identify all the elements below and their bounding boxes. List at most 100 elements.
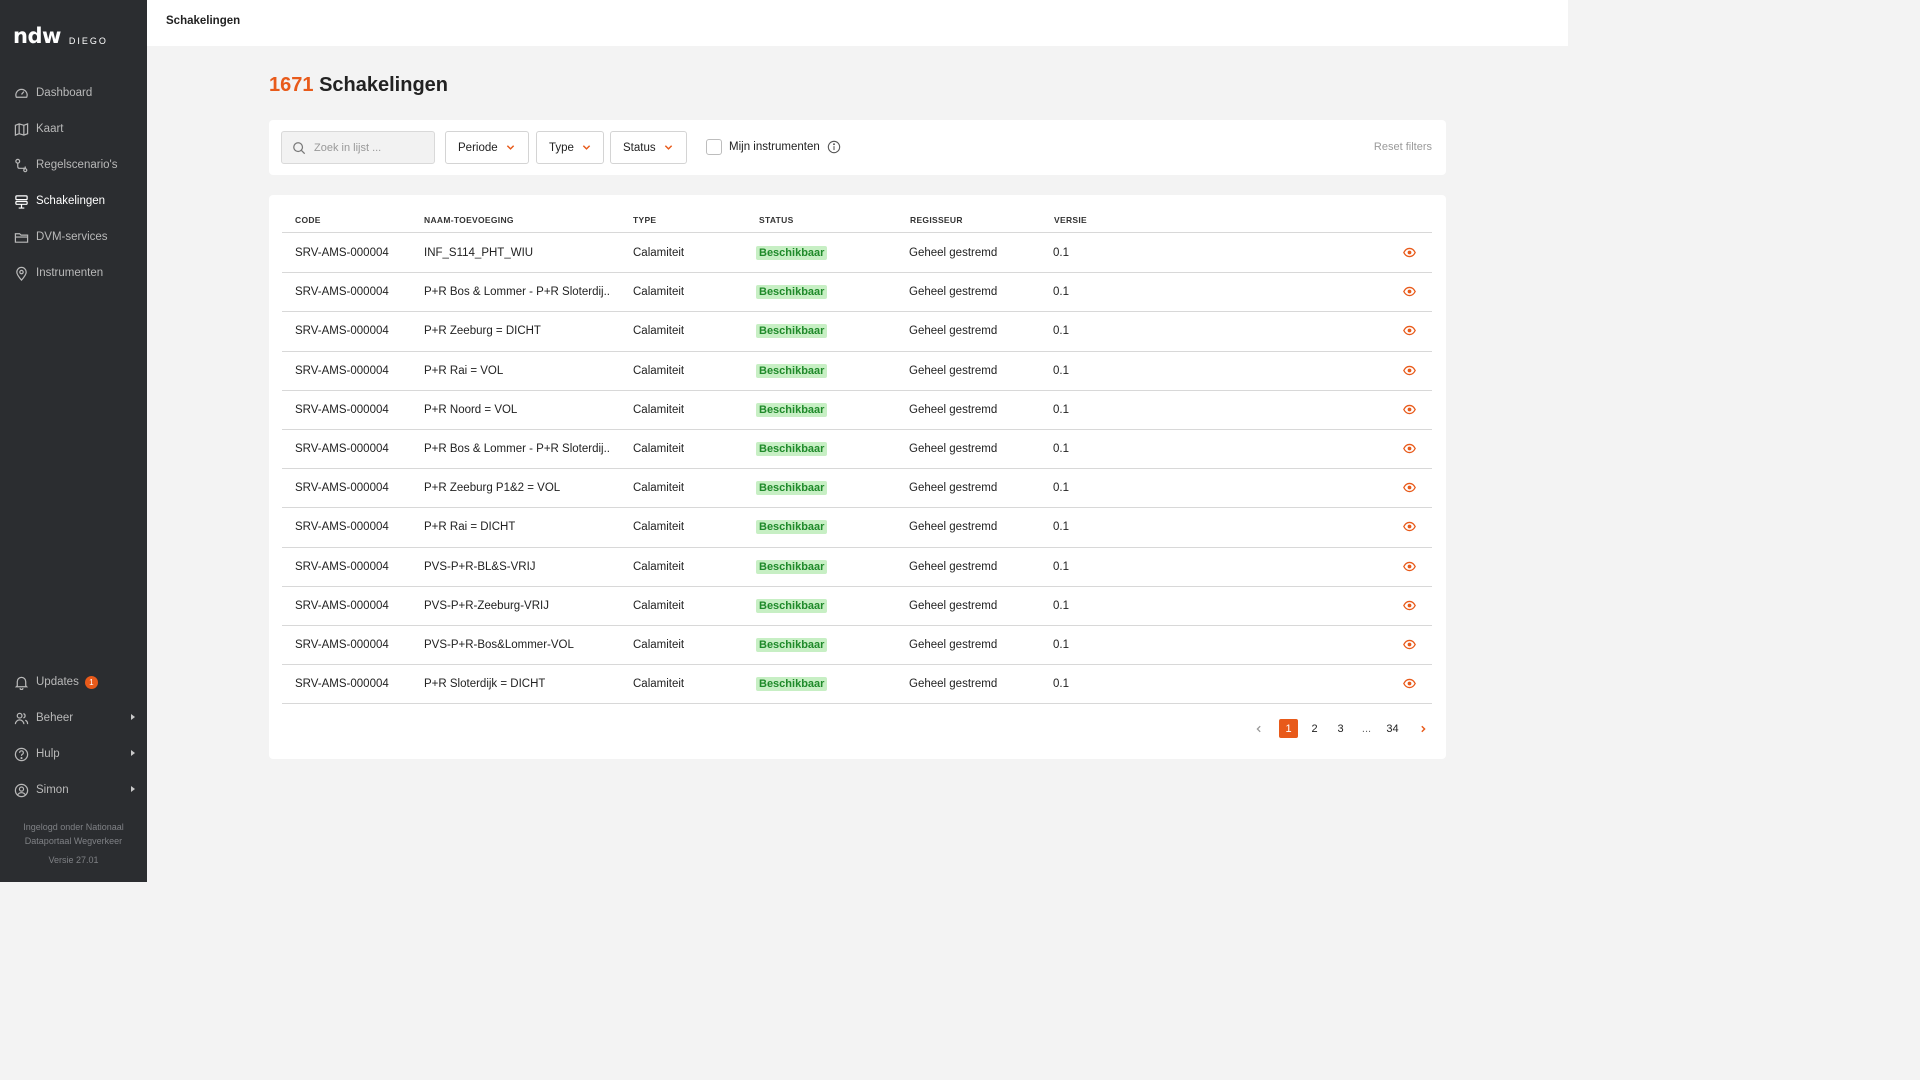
page-button[interactable]: 34 [1383, 719, 1402, 738]
cell-type: Calamiteit [633, 638, 685, 651]
mijn-instrumenten-checkbox[interactable] [706, 139, 722, 155]
logo-subtitle: DIEGO [68, 36, 108, 46]
chevron-right-icon [1420, 725, 1426, 732]
table-row[interactable]: SRV-AMS-000004 PVS-P+R-Zeeburg-VRIJ Calami… [282, 587, 1432, 626]
header-type[interactable]: TYPE [633, 215, 656, 225]
cell-type: Calamiteit [633, 286, 685, 299]
cell-versie: 0.1 [1053, 482, 1069, 495]
view-eye-icon[interactable] [1403, 481, 1416, 494]
header-status[interactable]: STATUS [759, 215, 794, 225]
sidebar-item-regelscenarios[interactable]: Regelscenario's [0, 147, 147, 183]
cell-naam: INF_S114_PHT_WIU [424, 247, 534, 259]
logo[interactable]: ndw DIEGO [13, 26, 108, 47]
sidebar-item-updates[interactable]: Updates 1 [0, 664, 147, 700]
cell-naam: P+R Sloterdijk = DICHT [424, 678, 546, 691]
table-row[interactable]: SRV-AMS-000004 P+R Bos & Lommer - P+R Slo… [282, 430, 1432, 470]
cell-type: Calamiteit [633, 482, 685, 495]
sidebar-item-instrumenten[interactable]: Instrumenten [0, 255, 147, 291]
cell-naam: PVS-P+R-Bos&Lommer-VOL [424, 638, 574, 651]
page-button[interactable]: 3 [1331, 719, 1350, 738]
status-label: Status [623, 141, 656, 154]
cell-versie: 0.1 [1053, 403, 1069, 416]
cell-naam: P+R Rai = DICHT [424, 521, 516, 534]
table-row[interactable]: SRV-AMS-000004 P+R Rai = DICHT Calamiteit G… [282, 508, 1432, 548]
view-eye-icon[interactable] [1403, 324, 1416, 337]
table-row[interactable]: SRV-AMS-000004 P+R Rai = VOL Calamiteit Geh… [282, 352, 1432, 391]
cell-code: SRV-AMS-000004 [295, 247, 389, 259]
topbar-title: Schakelingen [166, 15, 241, 27]
periode-dropdown[interactable]: Periode [445, 131, 529, 164]
sidebar-item-beheer[interactable]: Beheer [0, 700, 147, 736]
status-dropdown[interactable]: Status [610, 131, 687, 164]
sidebar-item-dashboard[interactable]: Dashboard [0, 75, 147, 111]
view-eye-icon[interactable] [1403, 246, 1416, 259]
cell-regisseur: Geheel gestremd [909, 638, 998, 651]
table-row[interactable]: SRV-AMS-000004 PVS-P+R-Bos&Lommer-VOL Cala… [282, 626, 1432, 666]
view-eye-icon[interactable] [1403, 638, 1416, 651]
sidebar-item-schakelingen[interactable]: Schakelingen [0, 183, 147, 219]
cell-code: SRV-AMS-000004 [295, 482, 389, 495]
header-versie[interactable]: VERSIE [1054, 215, 1087, 225]
cell-regisseur: Geheel gestremd [909, 678, 998, 691]
topbar: Schakelingen [147, 0, 1568, 46]
cell-versie: 0.1 [1053, 678, 1069, 691]
search-box[interactable] [281, 131, 435, 164]
reset-filters-button[interactable]: Reset filters [1374, 141, 1432, 153]
cell-type: Calamiteit [633, 403, 685, 416]
pagination: 1 2 3 ... 34 [269, 719, 1446, 739]
search-input[interactable] [314, 141, 424, 154]
cell-code: SRV-AMS-000004 [295, 403, 389, 416]
header-code[interactable]: CODE [295, 215, 321, 225]
sidebar-item-label: DVM-services [36, 231, 108, 243]
table-row[interactable]: SRV-AMS-000004 P+R Zeeburg = DICHT Calamit… [282, 312, 1432, 352]
view-eye-icon[interactable] [1403, 442, 1416, 455]
cell-type: Calamiteit [633, 560, 685, 573]
sidebar: ndw DIEGO Dashboard Kaart Regelscenario'… [0, 0, 147, 882]
cell-code: SRV-AMS-000004 [295, 442, 389, 455]
header-naam[interactable]: NAAM-TOEVOEGING [424, 215, 514, 225]
page-button[interactable]: 2 [1305, 719, 1324, 738]
cell-naam: P+R Noord = VOL [424, 403, 518, 416]
bell-icon [14, 676, 29, 690]
cell-type: Calamiteit [633, 442, 685, 455]
prev-page-button[interactable] [1249, 719, 1268, 738]
status-badge: Beschikbaar [756, 598, 828, 613]
view-eye-icon[interactable] [1403, 520, 1416, 533]
table-row[interactable]: SRV-AMS-000004 P+R Zeeburg P1&2 = VOL Cala… [282, 469, 1432, 509]
header-regisseur[interactable]: REGISSEUR [910, 215, 963, 225]
sidebar-item-kaart[interactable]: Kaart [0, 111, 147, 147]
view-eye-icon[interactable] [1403, 560, 1416, 573]
page-button[interactable]: 1 [1279, 719, 1298, 738]
sidebar-item-label: Kaart [36, 123, 64, 135]
cell-regisseur: Geheel gestremd [909, 599, 998, 612]
stack-icon [15, 194, 28, 209]
table-row[interactable]: SRV-AMS-000004 P+R Sloterdijk = DICHT Cala… [282, 665, 1432, 705]
view-eye-icon[interactable] [1403, 403, 1416, 416]
table-row[interactable]: SRV-AMS-000004 INF_S114_PHT_WIU Calamiteit… [282, 234, 1432, 274]
status-badge: Beschikbaar [756, 363, 828, 378]
table-row[interactable]: SRV-AMS-000004 P+R Bos & Lommer - P+R Slo… [282, 273, 1432, 313]
view-eye-icon[interactable] [1403, 677, 1416, 690]
sidebar-item-dvm-services[interactable]: DVM-services [0, 219, 147, 255]
chevron-left-icon [1255, 725, 1261, 732]
status-badge: Beschikbaar [756, 481, 828, 496]
table-row[interactable]: SRV-AMS-000004 PVS-P+R-BL&S-VRIJ Calamitei… [282, 548, 1432, 587]
table-row[interactable]: SRV-AMS-000004 P+R Noord = VOL Calamiteit G… [282, 391, 1432, 430]
cell-naam: P+R Bos & Lommer - P+R Sloterdij... [424, 442, 610, 455]
cell-versie: 0.1 [1053, 364, 1069, 377]
mijn-instrumenten-label[interactable]: Mijn instrumenten [729, 141, 820, 153]
info-icon[interactable] [827, 140, 841, 154]
pin-icon [16, 266, 27, 281]
sidebar-item-user[interactable]: Simon [0, 772, 147, 808]
view-eye-icon[interactable] [1403, 364, 1416, 377]
cell-versie: 0.1 [1053, 442, 1069, 455]
cell-type: Calamiteit [633, 678, 685, 691]
next-page-button[interactable] [1413, 719, 1432, 738]
sidebar-item-hulp[interactable]: Hulp [0, 736, 147, 772]
cell-code: SRV-AMS-000004 [295, 286, 389, 299]
type-dropdown[interactable]: Type [536, 131, 604, 164]
chevron-down-icon [664, 145, 672, 150]
login-info-line1: Ingelogd onder Nationaal [23, 822, 124, 832]
view-eye-icon[interactable] [1403, 285, 1416, 298]
view-eye-icon[interactable] [1403, 599, 1416, 612]
